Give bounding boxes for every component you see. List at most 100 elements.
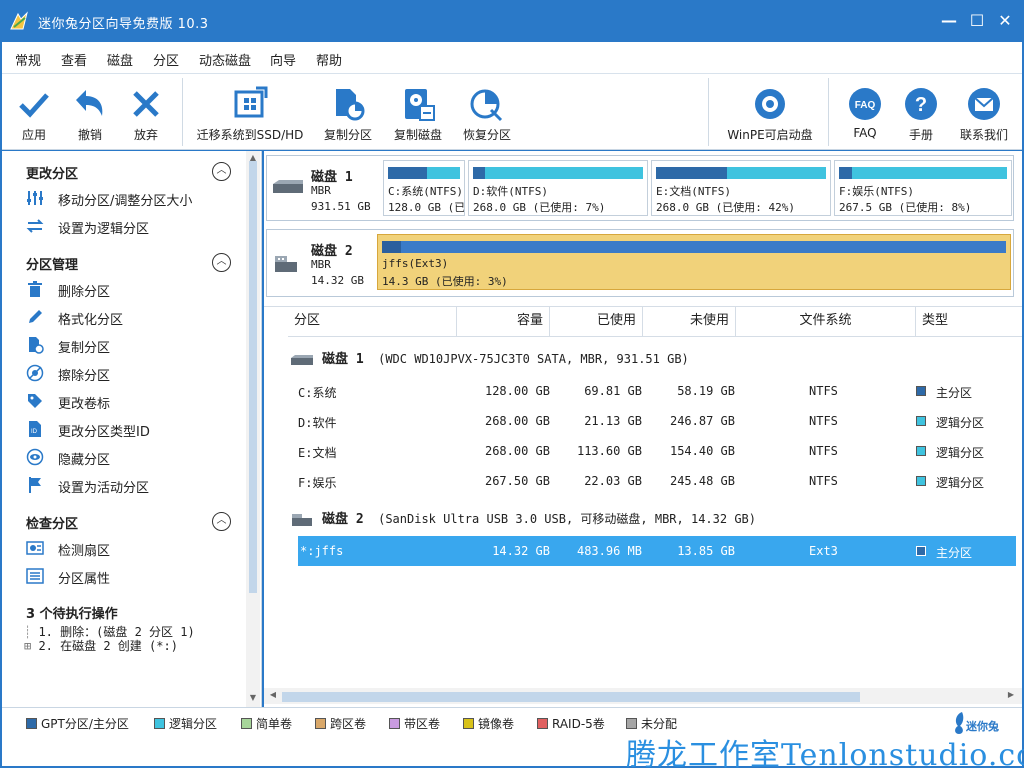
action-set-active[interactable]: 设置为活动分区	[26, 475, 236, 496]
partition-info: 128.0 GB (已使用: 54%)	[388, 201, 465, 214]
scroll-right-arrow-icon[interactable]: ▶	[1006, 690, 1016, 699]
disk-group-header[interactable]: 磁盘 2 (SanDisk Ultra USB 3.0 USB, 可移动磁盘, …	[290, 508, 756, 527]
apply-button[interactable]: 应用	[8, 74, 60, 150]
checkmark-icon	[19, 93, 49, 118]
horizontal-scroll-thumb[interactable]	[282, 692, 860, 702]
partition-block-selected[interactable]: jffs(Ext3) 14.3 GB (已使用: 3%)	[377, 234, 1011, 290]
action-label: 设置为逻辑分区	[58, 222, 150, 237]
menu-partition[interactable]: 分区	[153, 50, 179, 69]
menu-help[interactable]: 帮助	[316, 50, 342, 69]
mail-icon	[968, 88, 1000, 120]
cell-partition: *:jffs	[300, 544, 344, 558]
partition-block[interactable]: F:娱乐(NTFS) 267.5 GB (已使用: 8%)	[834, 160, 1012, 216]
legend-bar: GPT分区/主分区 逻辑分区 简单卷 跨区卷 带区卷 镜像卷 RAID-5卷 未…	[2, 707, 1024, 768]
copy-partition-icon	[29, 337, 44, 354]
scroll-down-arrow-icon[interactable]: ▼	[248, 693, 258, 702]
disk-group-title: 磁盘 2	[322, 512, 364, 527]
collapse-partition-management-button[interactable]: ︿	[212, 253, 231, 272]
cd-disc-icon	[755, 89, 785, 119]
action-label: 复制分区	[58, 341, 111, 356]
menu-view[interactable]: 查看	[61, 50, 87, 69]
action-wipe-partition[interactable]: 擦除分区	[26, 363, 236, 384]
collapse-check-partition-button[interactable]: ︿	[212, 512, 231, 531]
action-change-label[interactable]: 更改卷标	[26, 391, 236, 412]
action-format-partition[interactable]: 格式化分区	[26, 307, 236, 328]
column-header-capacity[interactable]: 容量	[457, 307, 550, 337]
column-header-unused[interactable]: 未使用	[643, 307, 736, 337]
scroll-left-arrow-icon[interactable]: ◀	[268, 690, 278, 699]
legend-item: 跨区卷	[315, 715, 366, 732]
column-header-type[interactable]: 类型	[916, 307, 1022, 337]
legend-item: 逻辑分区	[154, 715, 217, 732]
minimize-button[interactable]: —	[940, 12, 958, 30]
pending-operation-item[interactable]: ⊞ 2. 在磁盘 2 创建 (*:)	[24, 637, 178, 654]
action-delete-partition[interactable]: 删除分区	[26, 279, 236, 300]
toolbar-separator	[182, 78, 183, 146]
column-header-filesystem[interactable]: 文件系统	[736, 307, 916, 337]
disk-size: 931.51 GB	[311, 200, 371, 213]
legend-item: 镜像卷	[463, 715, 514, 732]
column-header-partition[interactable]: 分区	[288, 307, 457, 337]
action-partition-properties[interactable]: 分区属性	[26, 566, 236, 587]
action-surface-test[interactable]: 检测扇区	[26, 538, 236, 559]
copy-partition-icon	[336, 89, 365, 121]
action-label: 隐藏分区	[58, 453, 111, 468]
disk-info[interactable]: 磁盘 1 MBR 931.51 GB	[267, 156, 379, 220]
sliders-icon	[27, 191, 43, 205]
cell-type: 逻辑分区	[936, 416, 985, 430]
copy-partition-label: 复制分区	[323, 128, 372, 142]
close-button[interactable]: ✕	[996, 12, 1014, 30]
action-copy-partition[interactable]: 复制分区	[26, 335, 236, 356]
partition-label: E:文档(NTFS)	[656, 185, 731, 198]
menu-wizard[interactable]: 向导	[270, 50, 296, 69]
recover-partition-icon	[470, 89, 503, 122]
table-row[interactable]: D:软件 268.00 GB 21.13 GB 246.87 GB NTFS 逻…	[298, 406, 1016, 436]
column-header-used[interactable]: 已使用	[550, 307, 643, 337]
disk-info[interactable]: 磁盘 2 MBR 14.32 GB	[267, 230, 379, 296]
cell-used: 22.03 GB	[584, 474, 642, 488]
collapse-change-partition-button[interactable]: ︿	[212, 162, 231, 181]
action-label: 删除分区	[58, 285, 111, 300]
table-row-selected[interactable]: *:jffs 14.32 GB 483.96 MB 13.85 GB Ext3 …	[298, 536, 1016, 566]
contact-us-button[interactable]: 联系我们	[952, 74, 1016, 150]
faq-button[interactable]: FAQ FAQ	[840, 74, 890, 150]
action-change-type-id[interactable]: ID 更改分区类型ID	[26, 419, 236, 440]
menu-general[interactable]: 常规	[15, 50, 41, 69]
partition-info: 14.3 GB (已使用: 3%)	[382, 275, 508, 288]
discard-label: 放弃	[133, 128, 158, 142]
sidebar-scroll-thumb[interactable]	[249, 161, 257, 593]
action-hide-partition[interactable]: 隐藏分区	[26, 447, 236, 468]
disk-map-row[interactable]: 磁盘 2 MBR 14.32 GB jffs(Ext3) 14.3 GB (已使…	[266, 229, 1014, 297]
table-horizontal-scrollbar[interactable]: ◀ ▶	[264, 688, 1022, 704]
cell-capacity: 128.00 GB	[484, 384, 550, 398]
partition-used-fill	[382, 241, 401, 253]
copy-disk-button[interactable]: 复制磁盘	[386, 74, 450, 150]
discard-button[interactable]: 放弃	[120, 74, 172, 150]
winpe-bootable-button[interactable]: WinPE可启动盘	[720, 74, 820, 150]
partition-block[interactable]: E:文档(NTFS) 268.0 GB (已使用: 42%)	[651, 160, 831, 216]
partition-block[interactable]: C:系统(NTFS) 128.0 GB (已使用: 54%)	[383, 160, 465, 216]
recover-partition-button[interactable]: 恢复分区	[454, 74, 520, 150]
table-row[interactable]: E:文档 268.00 GB 113.60 GB 154.40 GB NTFS …	[298, 436, 1016, 466]
action-move-resize[interactable]: 移动分区/调整分区大小	[26, 188, 236, 209]
undo-button[interactable]: 撤销	[64, 74, 116, 150]
legend-swatch	[537, 718, 548, 729]
action-label: 分区属性	[58, 572, 111, 587]
menu-dynamic-disk[interactable]: 动态磁盘	[199, 50, 251, 69]
action-set-logical[interactable]: 设置为逻辑分区	[26, 216, 236, 237]
disk-group-header[interactable]: 磁盘 1 (WDC WD10JPVX-75JC3T0 SATA, MBR, 93…	[290, 348, 689, 367]
menu-disk[interactable]: 磁盘	[107, 50, 133, 69]
copy-partition-button[interactable]: 复制分区	[316, 74, 380, 150]
disk-map-row[interactable]: 磁盘 1 MBR 931.51 GB C:系统(NTFS) 128.0 GB (…	[266, 155, 1014, 221]
sidebar-scrollbar[interactable]: ▲ ▼	[246, 151, 260, 707]
partition-info: 267.5 GB (已使用: 8%)	[839, 201, 972, 214]
manual-button[interactable]: ? 手册	[896, 74, 946, 150]
cell-type: 逻辑分区	[936, 446, 985, 460]
table-row[interactable]: C:系统 128.00 GB 69.81 GB 58.19 GB NTFS 主分…	[298, 376, 1016, 406]
question-help-icon: ?	[905, 88, 937, 120]
migrate-os-button[interactable]: 迁移系统到SSD/HD	[194, 74, 306, 150]
disk-size: 14.32 GB	[311, 274, 364, 287]
table-row[interactable]: F:娱乐 267.50 GB 22.03 GB 245.48 GB NTFS 逻…	[298, 466, 1016, 496]
partition-block[interactable]: D:软件(NTFS) 268.0 GB (已使用: 7%)	[468, 160, 648, 216]
maximize-button[interactable]: ☐	[968, 12, 986, 30]
